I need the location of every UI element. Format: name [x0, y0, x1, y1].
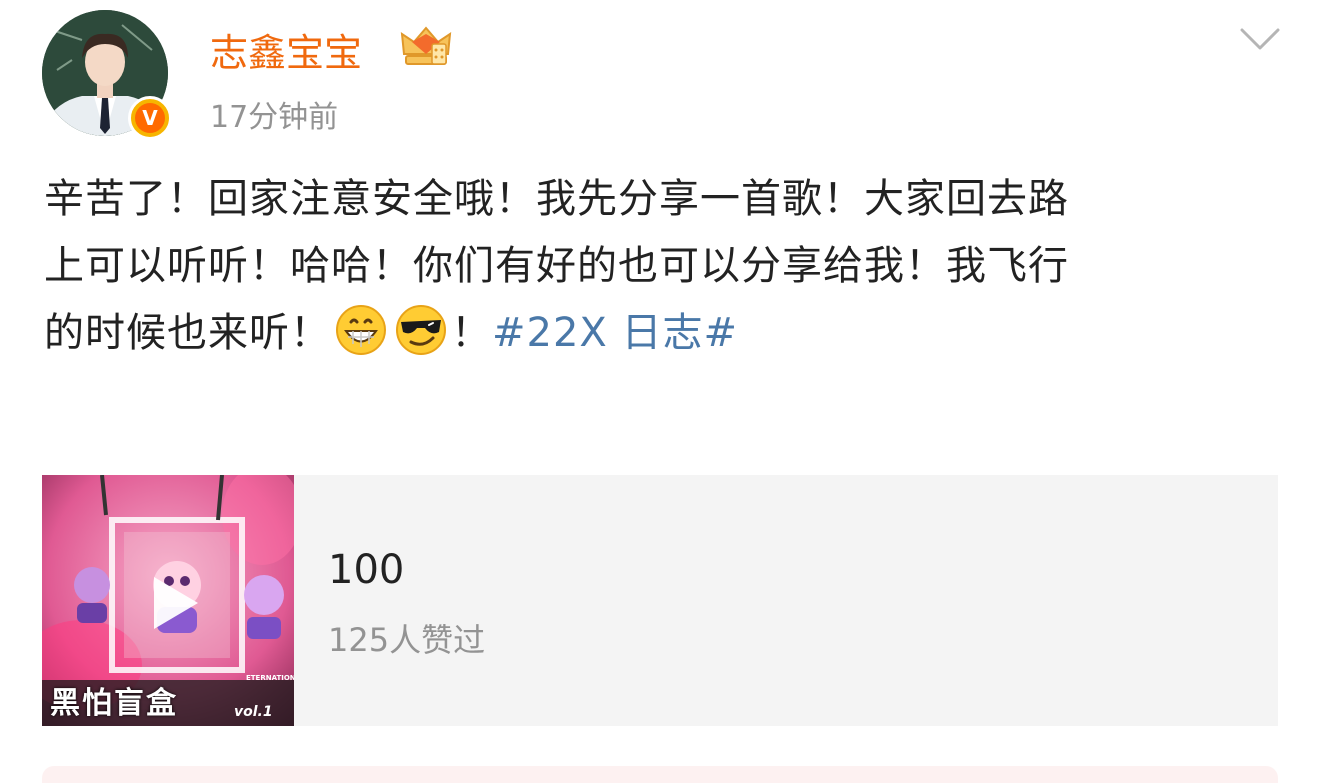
grinning-face-emoji [336, 305, 386, 355]
hashtag-link[interactable]: #22X 日志# [492, 310, 738, 356]
album-cover[interactable]: ETERNATION 黑怕盲盒 vol.1 [42, 475, 294, 726]
post-text: 辛苦了！回家注意安全哦！我先分享一首歌！大家回去路 上可以听听！哈哈！你们有好的… [44, 166, 1244, 367]
cover-title: 黑怕盲盒 [50, 686, 178, 721]
next-card-edge [42, 766, 1278, 783]
chevron-down-icon[interactable] [1238, 26, 1282, 52]
post-text-line-last: 的时候也来听！ ！#22X 日志# [44, 300, 1244, 367]
post-timestamp: 17分钟前 [210, 100, 339, 135]
post-text-line: 的时候也来听！ [44, 310, 331, 356]
post-text-line: 上可以听听！哈哈！你们有好的也可以分享给我！我飞行 [44, 243, 1069, 289]
cover-vol: vol.1 [234, 704, 273, 720]
crown-vip-icon [400, 26, 452, 65]
music-card[interactable]: ETERNATION 黑怕盲盒 vol.1 100 125人赞过 [42, 475, 1278, 726]
play-icon[interactable] [146, 573, 202, 633]
cover-brand: ETERNATION [246, 674, 294, 682]
author-name[interactable]: 志鑫宝宝 [210, 22, 362, 77]
song-likes: 125人赞过 [328, 621, 486, 659]
song-name[interactable]: 100 [328, 547, 404, 593]
verified-badge-icon: V [128, 96, 172, 140]
post-text-line: 辛苦了！回家注意安全哦！我先分享一首歌！大家回去路 [44, 176, 1069, 222]
sunglasses-face-emoji [396, 305, 446, 355]
weibo-post: V 志鑫宝宝 17分钟前 辛苦了！回家注意安全哦！我先分享一首歌！大家回去路 上… [0, 0, 1320, 783]
post-text-suffix: ！ [451, 310, 492, 356]
